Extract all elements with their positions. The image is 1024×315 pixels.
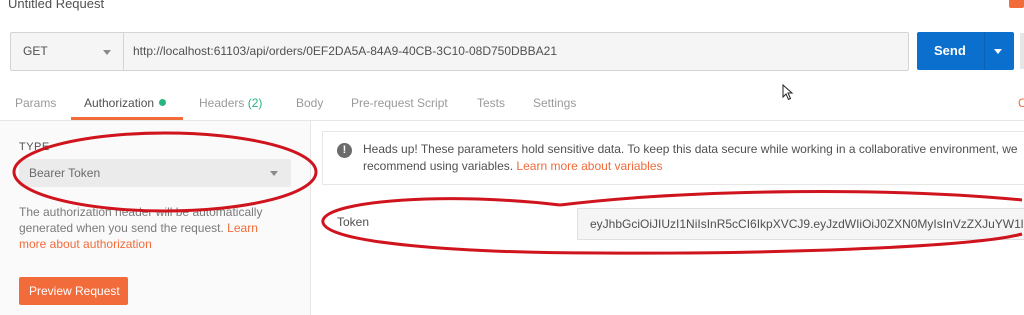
send-button[interactable]: Send [917,32,1014,70]
cookies-link-fragment[interactable]: C [1018,96,1024,110]
request-url-bar: GET http://localhost:61103/api/orders/0E… [10,32,909,71]
token-label: Token [337,215,370,229]
learn-more-variables-link[interactable]: Learn more about variables [516,159,662,173]
title-bar: Untitled Request [0,0,1024,20]
preview-request-button[interactable]: Preview Request [19,277,128,305]
auth-help-text: The authorization header will be automat… [19,205,263,251]
token-value: eyJhbGciOiJIUzI1NiIsInR5cCI6IkpXVCJ9.eyJ… [590,217,1024,231]
status-dot [159,99,167,106]
chevron-down-icon [103,50,111,55]
send-options-chevron-icon[interactable] [994,49,1002,54]
auth-type-value: Bearer Token [29,166,101,180]
tab-authorization[interactable]: Authorization [84,96,167,110]
method-label: GET [23,44,48,58]
auth-type-label: TYPE [19,141,50,153]
sensitive-data-notice: ! Heads up! These parameters hold sensit… [322,131,1024,185]
url-input[interactable]: http://localhost:61103/api/orders/0EF2DA… [133,44,557,58]
tab-headers[interactable]: Headers (2) [199,96,262,110]
active-tab-indicator [71,117,183,120]
send-divider [984,32,985,70]
auth-type-select[interactable]: Bearer Token [19,159,291,187]
comment-icon[interactable] [1009,0,1024,8]
request-title: Untitled Request [8,0,105,11]
token-input[interactable]: eyJhbGciOiJIUzI1NiIsInR5cCI6IkpXVCJ9.eyJ… [577,208,1024,240]
side-panel-edge [1020,33,1024,69]
chevron-down-icon [270,171,278,176]
tab-tests[interactable]: Tests [477,96,505,110]
notice-text: Heads up! These parameters hold sensitiv… [363,142,1018,173]
tab-pre-request-script[interactable]: Pre-request Script [351,96,448,110]
request-tabs: Params Authorization Headers (2) Body Pr… [0,90,1024,121]
info-icon: ! [337,143,352,158]
send-button-label: Send [934,43,966,58]
preview-request-label: Preview Request [29,284,120,298]
tab-body[interactable]: Body [296,96,323,110]
tab-params[interactable]: Params [15,96,56,110]
method-select[interactable]: GET [11,33,124,70]
tab-settings[interactable]: Settings [533,96,576,110]
